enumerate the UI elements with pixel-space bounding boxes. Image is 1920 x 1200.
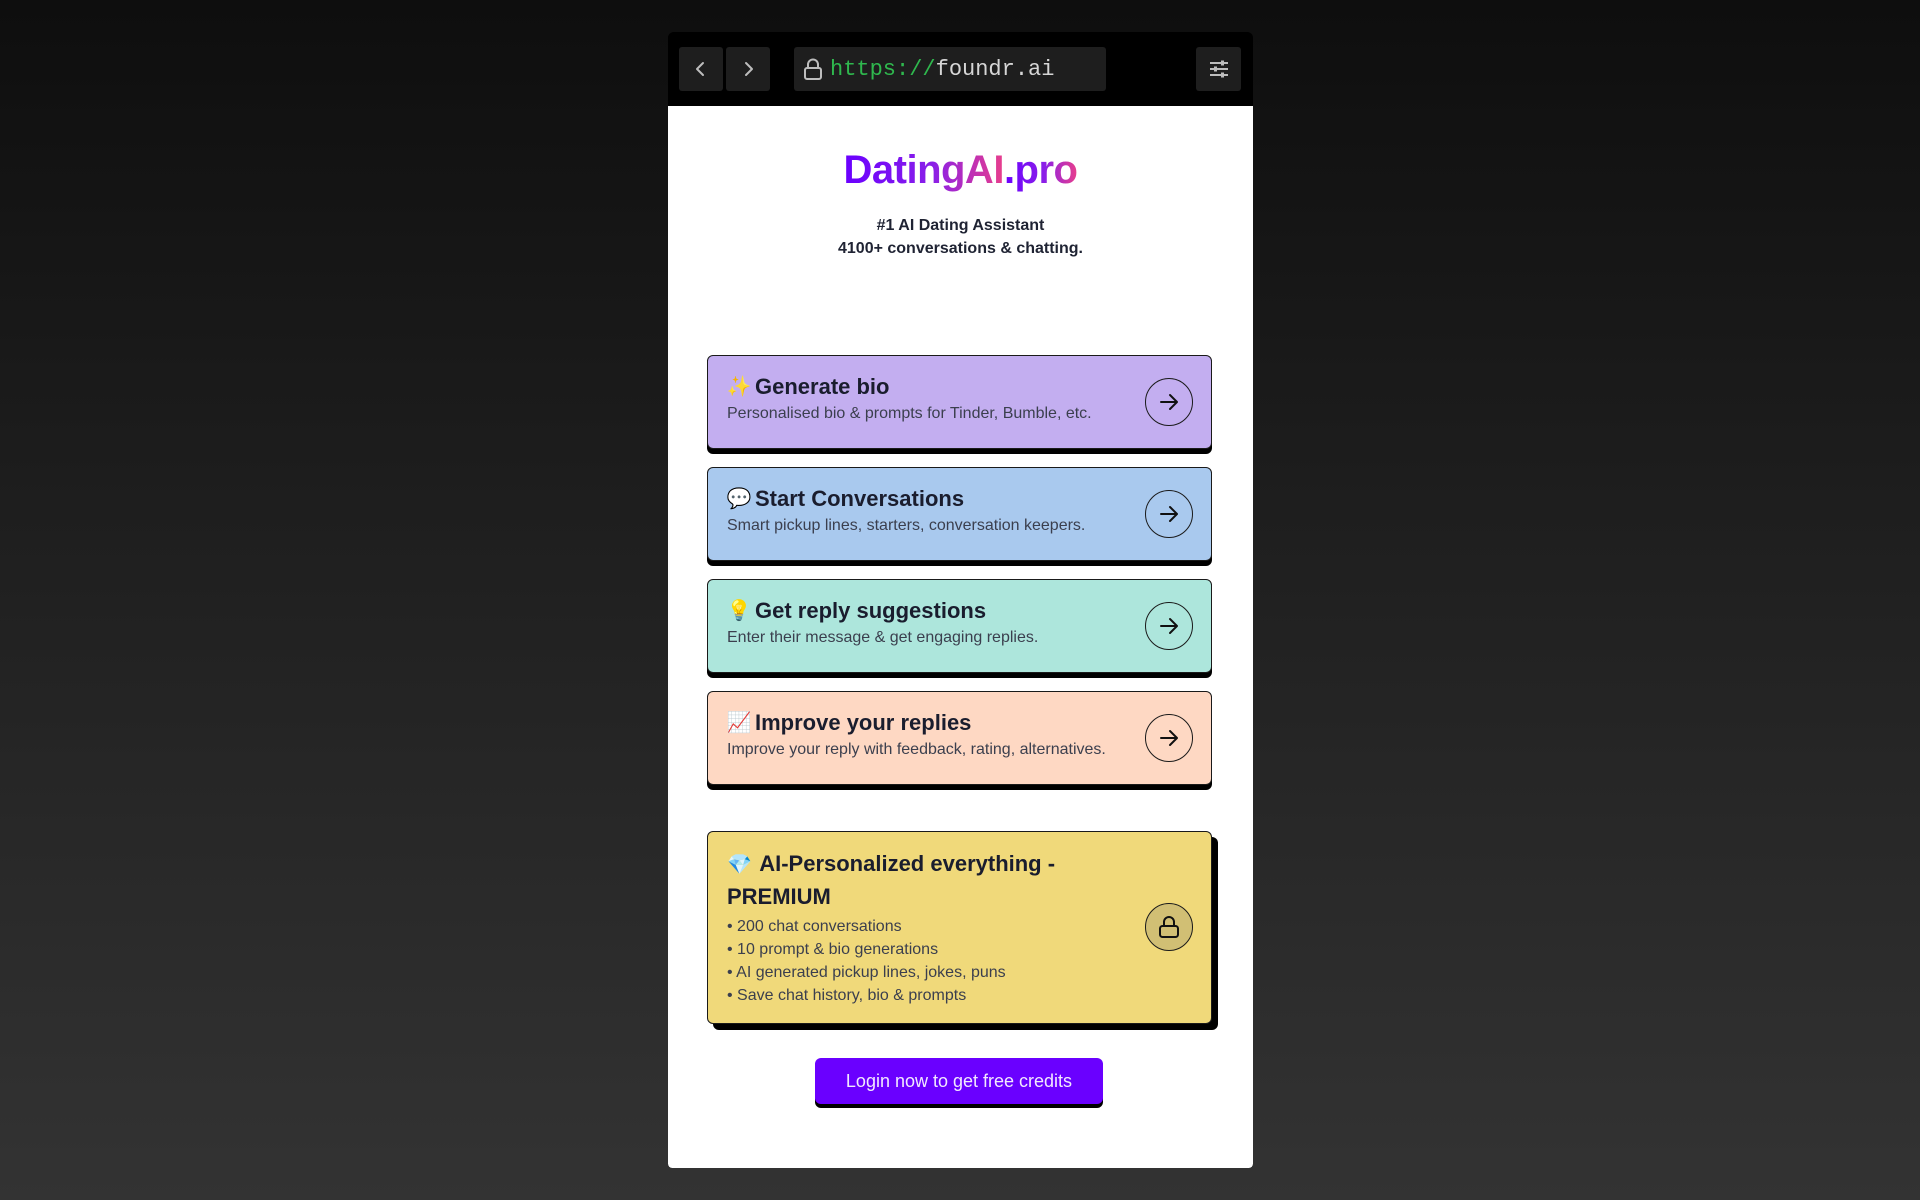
- premium-card[interactable]: 💎 AI-Personalized everything - PREMIUM •…: [707, 831, 1212, 1024]
- go-button[interactable]: [1145, 714, 1193, 762]
- feature-card-generate-bio[interactable]: ✨ Generate bio Personalised bio & prompt…: [707, 355, 1212, 449]
- go-button[interactable]: [1145, 378, 1193, 426]
- settings-button[interactable]: [1196, 47, 1241, 91]
- url-scheme: https://: [830, 56, 936, 82]
- browser-window: https://foundr.ai DatingAI.pro #1 AI Dat…: [668, 32, 1253, 1168]
- url-host: foundr.ai: [935, 56, 1055, 82]
- tagline-line-2: 4100+ conversations & chatting.: [838, 240, 1083, 257]
- chart-increasing-icon: 📈: [726, 712, 752, 734]
- card-description: Enter their message & get engaging repli…: [727, 629, 1039, 646]
- arrow-right-icon: [1160, 506, 1178, 522]
- arrow-right-icon: [1160, 394, 1178, 410]
- gem-icon: 💎: [727, 854, 752, 876]
- feature-card-improve-replies[interactable]: 📈 Improve your replies Improve your repl…: [707, 691, 1212, 785]
- go-button[interactable]: [1145, 602, 1193, 650]
- sliders-icon: [1209, 60, 1228, 78]
- card-title: Improve your replies: [755, 710, 972, 735]
- forward-button[interactable]: [726, 47, 770, 91]
- feature-card-start-conversations[interactable]: 💬 Start Conversations Smart pickup lines…: [707, 467, 1212, 561]
- brand-suffix: .pro: [1003, 148, 1078, 192]
- arrow-right-icon: [1160, 730, 1178, 746]
- sparkles-icon: ✨: [726, 376, 752, 398]
- chevron-right-icon: [745, 62, 753, 76]
- premium-features-list: • 200 chat conversations • 10 prompt & b…: [727, 915, 1193, 1007]
- premium-feature: • Save chat history, bio & prompts: [727, 987, 967, 1004]
- feature-card-reply-suggestions[interactable]: 💡 Get reply suggestions Enter their mess…: [707, 579, 1212, 673]
- card-description: Improve your reply with feedback, rating…: [727, 741, 1106, 758]
- tagline: #1 AI Dating Assistant 4100+ conversatio…: [668, 214, 1253, 260]
- premium-feature: • 200 chat conversations: [727, 918, 902, 935]
- tagline-line-1: #1 AI Dating Assistant: [876, 217, 1045, 234]
- card-title: Generate bio: [755, 374, 890, 399]
- light-bulb-icon: 💡: [726, 600, 752, 622]
- page-content: DatingAI.pro #1 AI Dating Assistant 4100…: [668, 106, 1253, 1168]
- card-description: Personalised bio & prompts for Tinder, B…: [727, 405, 1092, 422]
- login-button[interactable]: Login now to get free credits: [815, 1058, 1103, 1104]
- premium-feature: • 10 prompt & bio generations: [727, 941, 939, 958]
- address-bar[interactable]: https://foundr.ai: [794, 47, 1106, 91]
- card-description: Smart pickup lines, starters, conversati…: [727, 517, 1086, 534]
- speech-bubble-icon: 💬: [726, 488, 752, 510]
- brand-name: DatingAI: [843, 148, 1005, 192]
- browser-toolbar: https://foundr.ai: [668, 32, 1253, 106]
- lock-icon: [1159, 916, 1179, 938]
- card-title: Get reply suggestions: [755, 598, 987, 623]
- brand-logo: DatingAI.pro: [668, 148, 1253, 193]
- premium-title: AI-Personalized everything - PREMIUM: [727, 851, 1056, 909]
- premium-feature: • AI generated pickup lines, jokes, puns: [727, 964, 1006, 981]
- lock-icon: [802, 57, 824, 81]
- chevron-left-icon: [696, 62, 704, 76]
- arrow-right-icon: [1160, 618, 1178, 634]
- premium-locked-button[interactable]: [1145, 903, 1193, 951]
- go-button[interactable]: [1145, 490, 1193, 538]
- back-button[interactable]: [679, 47, 723, 91]
- card-title: Start Conversations: [755, 486, 965, 511]
